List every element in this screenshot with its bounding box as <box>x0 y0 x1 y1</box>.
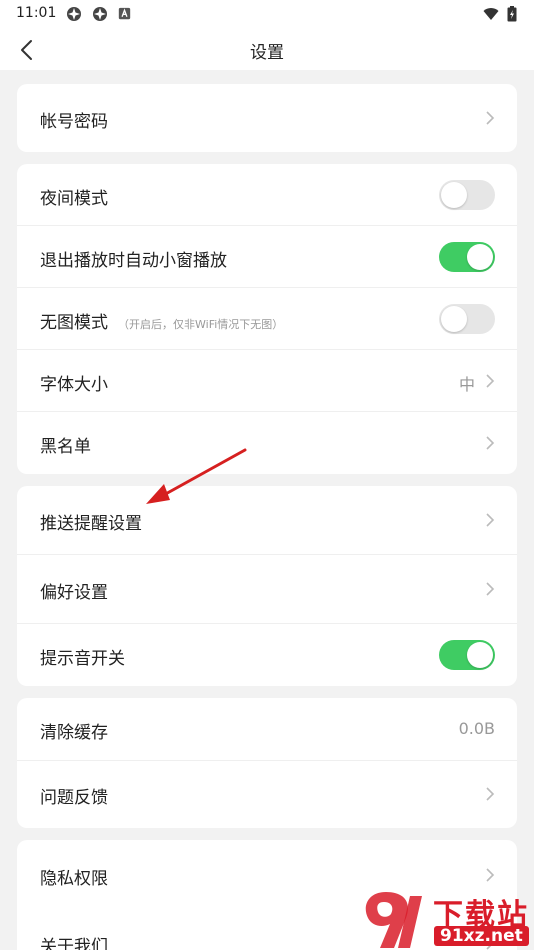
settings-item-auto-mini-window[interactable]: 退出播放时自动小窗播放 <box>17 226 517 288</box>
settings-item-label: 隐私权限 <box>40 869 108 889</box>
keyboard-icon <box>118 7 131 20</box>
settings-item-label: 问题反馈 <box>40 788 108 808</box>
settings-item-blacklist[interactable]: 黑名单 <box>17 412 517 474</box>
chevron-right-icon <box>486 868 495 882</box>
wifi-icon <box>483 8 499 20</box>
settings-item-label-text: 无图模式 <box>40 313 108 333</box>
font-size-value: 中 <box>458 375 475 394</box>
settings-item-push-reminder[interactable]: 推送提醒设置 <box>17 486 517 554</box>
app-notification-icon <box>93 7 107 21</box>
chevron-right-icon <box>486 436 495 450</box>
settings-item-night-mode[interactable]: 夜间模式 <box>17 164 517 226</box>
toggle-knob <box>441 182 467 208</box>
settings-item-feedback[interactable]: 问题反馈 <box>17 761 517 828</box>
settings-item-label: 偏好设置 <box>40 583 108 603</box>
settings-item-label: 推送提醒设置 <box>40 514 142 534</box>
settings-item-label: 字体大小 <box>40 375 108 395</box>
chevron-right-icon <box>486 374 495 388</box>
page-title: 设置 <box>250 43 284 63</box>
settings-item-label: 无图模式 （开启后，仅非WiFi情况下无图） <box>40 308 283 333</box>
chevron-right-icon <box>486 582 495 596</box>
status-time: 11:01 <box>16 5 57 21</box>
chevron-right-icon <box>486 787 495 801</box>
battery-icon <box>507 6 517 22</box>
app-notification-icon <box>67 7 81 21</box>
toggle-knob <box>441 306 467 332</box>
sound-switch-toggle[interactable] <box>439 640 495 670</box>
no-image-mode-hint: （开启后，仅非WiFi情况下无图） <box>118 318 284 331</box>
settings-group-display: 夜间模式 退出播放时自动小窗播放 无图模式 （开启后，仅非WiFi情况下无图） 字… <box>17 164 517 474</box>
toggle-knob <box>467 244 493 270</box>
auto-mini-window-toggle[interactable] <box>439 242 495 272</box>
settings-item-clear-cache[interactable]: 清除缓存 0.0B <box>17 698 517 760</box>
settings-item-label: 夜间模式 <box>40 189 108 209</box>
settings-item-label: 退出播放时自动小窗播放 <box>40 251 227 271</box>
no-image-mode-toggle[interactable] <box>439 304 495 334</box>
settings-item-label: 提示音开关 <box>40 649 125 669</box>
settings-item-no-image-mode[interactable]: 无图模式 （开启后，仅非WiFi情况下无图） <box>17 288 517 350</box>
settings-item-font-size[interactable]: 字体大小 中 <box>17 350 517 412</box>
settings-item-sound-switch[interactable]: 提示音开关 <box>17 624 517 686</box>
cache-size-value: 0.0B <box>458 719 495 738</box>
settings-item-account-password[interactable]: 帐号密码 <box>17 84 517 152</box>
settings-item-label: 黑名单 <box>40 437 91 457</box>
settings-item-preferences[interactable]: 偏好设置 <box>17 555 517 623</box>
chevron-right-icon <box>486 111 495 125</box>
settings-group-storage: 清除缓存 0.0B 问题反馈 <box>17 698 517 828</box>
settings-group-notifications: 推送提醒设置 偏好设置 提示音开关 <box>17 486 517 686</box>
settings-group-account: 帐号密码 <box>17 84 517 152</box>
settings-item-label: 清除缓存 <box>40 723 108 743</box>
watermark-url: 91xz.net <box>434 926 529 946</box>
status-bar: 11:01 <box>0 0 534 28</box>
toggle-knob <box>467 642 493 668</box>
navigation-bar: 设置 <box>0 28 534 70</box>
chevron-right-icon <box>486 513 495 527</box>
settings-item-label: 帐号密码 <box>40 112 108 132</box>
night-mode-toggle[interactable] <box>439 180 495 210</box>
settings-item-label: 关于我们 <box>40 937 108 950</box>
